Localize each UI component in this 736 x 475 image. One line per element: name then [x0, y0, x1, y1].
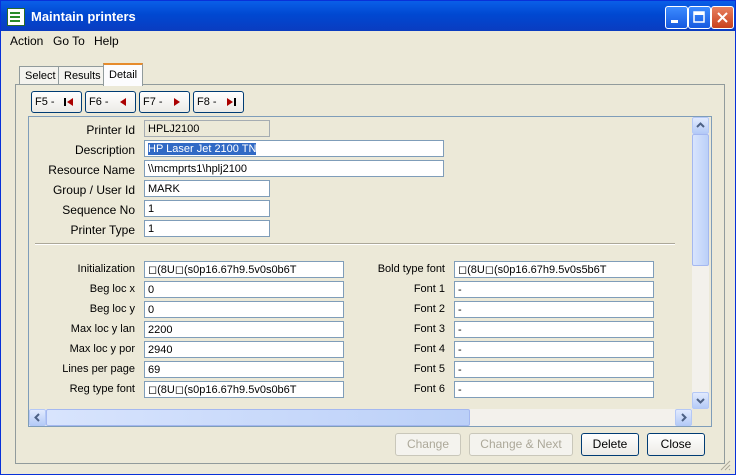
resource-name-field[interactable]: \\mcmprts1\hplj2100: [144, 160, 444, 177]
beg-loc-x-field[interactable]: 0: [144, 281, 344, 298]
max-loc-y-lan-field[interactable]: 2200: [144, 321, 344, 338]
reg-type-font-label: Reg type font: [69, 383, 135, 395]
previous-record-icon: [120, 98, 126, 106]
font-3-label: Font 3: [413, 323, 445, 335]
previous-record-label: F6 -: [89, 96, 109, 108]
font-6-label: Font 6: [413, 383, 445, 395]
description-value: HP Laser Jet 2100 TN: [148, 143, 257, 155]
chevron-right-icon: [681, 413, 687, 422]
vertical-scroll-thumb[interactable]: [692, 134, 709, 266]
font-4-field[interactable]: -: [454, 341, 654, 358]
previous-record-button[interactable]: F6 -: [85, 91, 136, 113]
beg-loc-x-label: Beg loc x: [89, 283, 135, 295]
last-record-label: F8 -: [197, 96, 217, 108]
tab-select[interactable]: Select: [19, 66, 62, 85]
vertical-scrollbar[interactable]: [692, 117, 709, 409]
beg-loc-y-label: Beg loc y: [89, 303, 135, 315]
font-2-field[interactable]: -: [454, 301, 654, 318]
font-4-label: Font 4: [413, 343, 445, 355]
chevron-down-icon: [696, 398, 705, 404]
next-record-button[interactable]: F7 -: [139, 91, 190, 113]
sequence-no-field[interactable]: 1: [144, 200, 270, 217]
printer-type-label: Printer Type: [70, 223, 135, 237]
group-user-field[interactable]: MARK: [144, 180, 270, 197]
window-title: Maintain printers: [31, 9, 136, 24]
close-button[interactable]: Close: [647, 433, 705, 456]
font-2-label: Font 2: [413, 303, 445, 315]
maximize-button[interactable]: [688, 6, 711, 29]
app-icon: [7, 8, 25, 26]
bold-type-font-field[interactable]: ◻(8U◻(s0p16.67h9.5v0s5b6T: [454, 261, 654, 278]
chevron-up-icon: [696, 122, 705, 128]
maximize-icon: [693, 11, 705, 23]
scroll-corner: [692, 409, 709, 426]
section-divider: [35, 243, 675, 245]
max-loc-y-lan-label: Max loc y lan: [70, 323, 135, 335]
printer-id-label: Printer Id: [86, 123, 135, 137]
group-user-label: Group / User Id: [52, 183, 135, 197]
max-loc-y-por-label: Max loc y por: [69, 343, 135, 355]
description-field[interactable]: HP Laser Jet 2100 TN: [144, 140, 444, 157]
initialization-field[interactable]: ◻(8U◻(s0p16.67h9.5v0s0b6T: [144, 261, 344, 278]
menu-goto[interactable]: Go To: [53, 34, 85, 48]
first-record-label: F5 -: [35, 96, 55, 108]
font-6-field[interactable]: -: [454, 381, 654, 398]
lines-per-page-field[interactable]: 69: [144, 361, 344, 378]
close-icon: [717, 12, 728, 23]
first-record-button[interactable]: F5 -: [31, 91, 82, 113]
font-5-field[interactable]: -: [454, 361, 654, 378]
first-record-icon: [64, 98, 73, 106]
sequence-no-label: Sequence No: [62, 203, 135, 217]
change-next-button[interactable]: Change & Next: [469, 433, 573, 456]
printer-id-field: HPLJ2100: [144, 120, 270, 137]
menu-bar: Action Go To Help: [1, 31, 735, 51]
printer-type-field[interactable]: 1: [144, 220, 270, 237]
font-3-field[interactable]: -: [454, 321, 654, 338]
title-bar[interactable]: Maintain printers: [1, 1, 735, 31]
lines-per-page-label: Lines per page: [62, 363, 135, 375]
beg-loc-y-field[interactable]: 0: [144, 301, 344, 318]
menu-action[interactable]: Action: [10, 34, 43, 48]
font-1-field[interactable]: -: [454, 281, 654, 298]
scroll-left-button[interactable]: [29, 409, 46, 426]
last-record-button[interactable]: F8 -: [193, 91, 244, 113]
resource-name-label: Resource Name: [48, 163, 135, 177]
tab-results[interactable]: Results: [58, 66, 107, 85]
horizontal-scrollbar[interactable]: [29, 409, 692, 426]
tab-detail[interactable]: Detail: [103, 63, 144, 86]
scroll-up-button[interactable]: [692, 117, 709, 134]
font-5-label: Font 5: [413, 363, 445, 375]
max-loc-y-por-field[interactable]: 2940: [144, 341, 344, 358]
chevron-left-icon: [34, 413, 40, 422]
menu-help[interactable]: Help: [94, 34, 119, 48]
main-window: Maintain printers Action Go To Help Sele…: [0, 0, 736, 475]
change-button[interactable]: Change: [395, 433, 461, 456]
delete-button[interactable]: Delete: [581, 433, 639, 456]
bold-type-font-label: Bold type font: [377, 263, 445, 275]
reg-type-font-field[interactable]: ◻(8U◻(s0p16.67h9.5v0s0b6T: [144, 381, 344, 398]
minimize-button[interactable]: [665, 6, 688, 29]
scroll-down-button[interactable]: [692, 392, 709, 409]
minimize-icon: [671, 20, 678, 23]
horizontal-scroll-thumb[interactable]: [46, 409, 470, 426]
detail-panel: F5 - F6 - F7 - F8 - Printer Id HPLJ2100 …: [15, 84, 725, 464]
description-label: Description: [74, 143, 135, 157]
detail-scroll-area: Printer Id HPLJ2100 Description HP Laser…: [28, 116, 712, 427]
next-record-label: F7 -: [143, 96, 163, 108]
resize-grip-icon[interactable]: [719, 459, 731, 471]
next-record-icon: [174, 98, 180, 106]
scroll-right-button[interactable]: [675, 409, 692, 426]
last-record-icon: [227, 98, 236, 106]
font-1-label: Font 1: [413, 283, 445, 295]
close-window-button[interactable]: [711, 6, 734, 29]
initialization-label: Initialization: [77, 263, 135, 275]
